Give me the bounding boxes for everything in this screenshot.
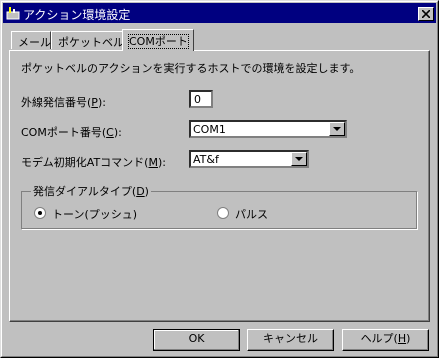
com-port-value: COM1 (193, 123, 226, 136)
modem-init-dropdown-button[interactable] (291, 152, 307, 166)
accelerator-key: M (148, 156, 158, 169)
cancel-button[interactable]: キャンセル (247, 329, 334, 351)
dial-type-title: 発信ダイアルタイプ(D) (31, 183, 151, 199)
close-button[interactable] (418, 7, 434, 21)
close-icon (422, 10, 430, 18)
tab-label: COMポート (128, 34, 189, 49)
tab-pager[interactable]: ポケットベル (51, 31, 124, 49)
dialog-window: アクション環境設定 メール ポケットベル COMポート ポケットベルのアクション… (0, 0, 439, 358)
com-port-dropdown-button[interactable] (329, 122, 345, 136)
help-button[interactable]: ヘルプ(H) (342, 329, 429, 351)
modem-init-value: AT&f (193, 153, 219, 166)
tab-strip: メール ポケットベル COMポート (9, 29, 429, 51)
label-text: モデム初期化ATコマンド( (21, 156, 149, 169)
tab-com-port[interactable]: COMポート (122, 29, 194, 51)
com-port-select[interactable]: COM1 (189, 120, 347, 138)
app-icon (6, 6, 20, 20)
ok-button[interactable]: OK (153, 329, 240, 351)
chevron-down-icon (333, 127, 341, 131)
outside-line-label: 外線発信番号(P): (21, 94, 106, 110)
accelerator-key: H (397, 332, 407, 345)
group-title-text: 発信ダイアルタイプ( (33, 185, 137, 198)
button-text: ) (406, 332, 411, 345)
tab-label: ポケットベル (58, 36, 124, 49)
group-title-text: ) (144, 185, 149, 198)
radio-label: パルス (235, 208, 268, 221)
window-title: アクション環境設定 (23, 8, 131, 22)
radio-selected-icon (34, 207, 46, 219)
label-text: ): (113, 126, 122, 139)
accelerator-key: C (106, 126, 114, 139)
label-text: COMポート番号( (21, 126, 107, 139)
radio-label: トーン(プッシュ) (52, 208, 138, 221)
panel-description: ポケットベルのアクションを実行するホストでの環境を設定します。 (21, 62, 361, 75)
label-text: ): (157, 156, 166, 169)
accelerator-key: D (136, 185, 145, 198)
label-text: ): (97, 96, 106, 109)
accelerator-key: P (91, 96, 98, 109)
outside-line-input[interactable]: 0 (189, 90, 213, 108)
modem-init-select[interactable]: AT&f (189, 150, 309, 168)
tab-label: メール (18, 36, 51, 49)
button-text: ヘルプ( (360, 332, 398, 345)
modem-init-label: モデム初期化ATコマンド(M): (21, 154, 166, 170)
radio-unselected-icon (217, 207, 229, 219)
com-port-label: COMポート番号(C): (21, 124, 122, 140)
title-bar[interactable]: アクション環境設定 (3, 3, 436, 23)
chevron-down-icon (295, 157, 303, 161)
tab-mail[interactable]: メール (11, 31, 51, 49)
label-text: 外線発信番号( (21, 96, 92, 109)
